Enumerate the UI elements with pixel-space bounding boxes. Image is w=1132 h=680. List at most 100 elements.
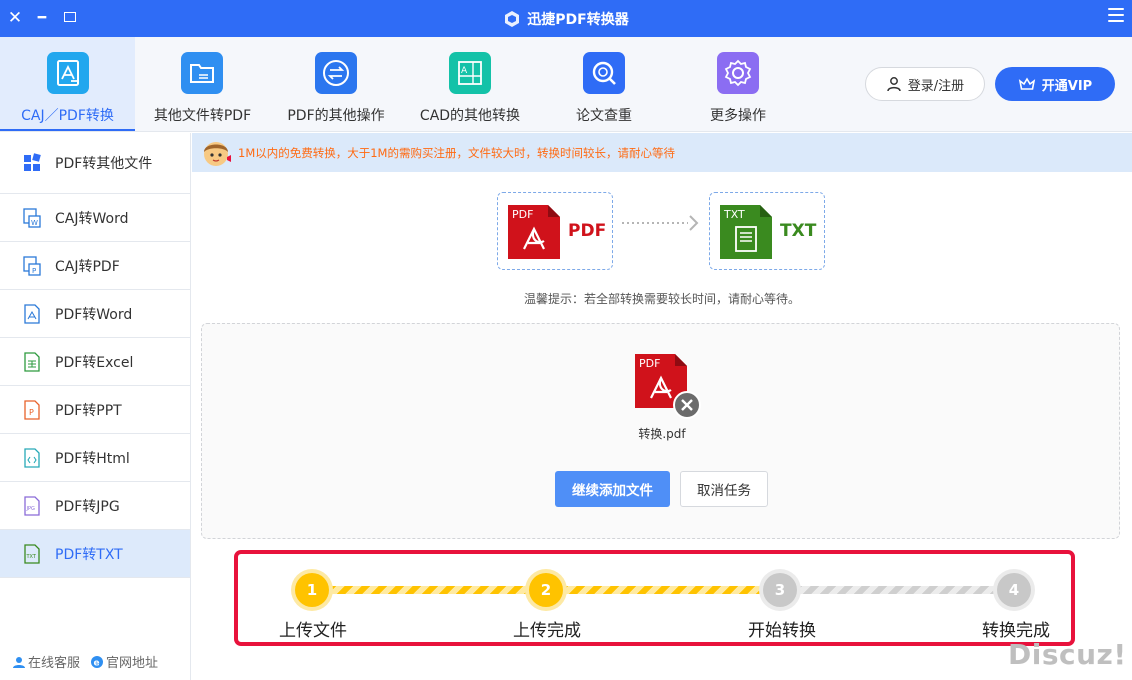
folder-icon [181,52,223,94]
file-name: 转换.pdf [638,427,686,441]
arrow-right-icon [622,215,699,231]
svg-text:A: A [461,66,468,76]
sidebar-item-caj-pdf[interactable]: P CAJ转PDF [0,242,190,290]
file-drop-area[interactable]: PDF 转换.pdf 继续添加文件 取消任务 [201,323,1120,539]
txt-file-icon: TXT [720,205,772,259]
step-1-label: 上传文件 [279,621,347,641]
magnifier-icon [583,52,625,94]
notice-bar: 1M以内的免费转换，大于1M的需购买注册，文件较大时，转换时间较长，请耐心等待 [192,133,1132,172]
sidebar-item-pdf-html[interactable]: PDF转Html [0,434,190,482]
step-2-badge: 2 [529,573,563,607]
pdf-word-icon [24,303,40,324]
sidebar-item-label: PDF转TXT [55,546,123,563]
tab-label: CAJ／PDF转换 [21,108,114,124]
sidebar-item-pdf-word[interactable]: PDF转Word [0,290,190,338]
sidebar-item-label: PDF转JPG [55,498,120,515]
login-button[interactable]: 登录/注册 [865,67,985,101]
conversion-tip: 温馨提示：若全部转换需要较长时间，请耐心等待。 [523,292,800,306]
caj-word-icon: W [23,207,41,228]
tab-caj-pdf[interactable]: CAJ／PDF转换 [0,37,135,131]
step-2-label: 上传完成 [513,621,581,641]
crown-icon [1018,77,1035,90]
gear-icon [717,52,759,94]
pdf-ppt-icon: P [24,399,40,420]
sidebar-item-label: PDF转Html [55,450,130,467]
add-more-files-button[interactable]: 继续添加文件 [555,471,670,507]
app-title: 迅捷PDF转换器 [527,11,629,28]
svg-text:P: P [29,408,34,417]
vip-button[interactable]: 开通VIP [995,67,1115,101]
sidebar-item-caj-word[interactable]: W CAJ转Word [0,194,190,242]
cad-icon: A [449,52,491,94]
step-3-badge: 3 [763,573,797,607]
svg-text:P: P [32,267,36,275]
tab-cad-other[interactable]: A CAD的其他转换 [402,37,538,131]
sidebar-item-label: PDF转Excel [55,354,134,371]
remove-file-icon[interactable] [673,391,701,419]
sidebar-item-pdf-to-other[interactable]: PDF转其他文件 [0,133,190,194]
login-label: 登录/注册 [907,78,965,94]
sidebar-item-pdf-excel[interactable]: PDF转Excel [0,338,190,386]
progress-segment-2 [564,586,764,594]
menu-icon[interactable] [1108,8,1124,24]
main-toolbar: CAJ／PDF转换 其他文件转PDF PDF的其他操作 A CAD的其他转换 论… [0,37,1132,132]
pdf-badge: PDF [512,208,533,221]
tab-other-to-pdf[interactable]: 其他文件转PDF [135,37,270,131]
tab-label: PDF的其他操作 [287,108,385,124]
svg-text:TXT: TXT [26,554,37,560]
source-format-card: PDF PDF [497,192,613,270]
pdf-excel-icon [24,351,40,372]
title-bar: ✕ ━ 迅捷PDF转换器 [0,0,1132,37]
progress-segment-1 [332,586,532,594]
tab-label: 更多操作 [710,108,766,124]
sidebar-item-label: PDF转其他文件 [55,156,153,172]
svg-text:e: e [94,658,100,668]
pdf-html-icon [24,447,40,468]
watermark: Discuz! [1008,638,1127,671]
tab-label: 论文查重 [576,108,632,124]
app-logo-icon [505,10,520,27]
headset-icon [13,656,25,668]
caj-pdf-icon: P [23,255,41,276]
mascot-icon [204,141,231,166]
sidebar-item-pdf-ppt[interactable]: P PDF转PPT [0,386,190,434]
notice-text: 1M以内的免费转换，大于1M的需购买注册，文件较大时，转换时间较长，请耐心等待 [238,145,675,160]
pdf-file-icon: PDF [508,205,560,259]
window-title: 迅捷PDF转换器 [0,0,1132,37]
tab-more-ops[interactable]: 更多操作 [670,37,806,131]
progress-segment-3 [798,586,998,594]
pdf-jpg-icon: JPG [24,495,40,516]
sidebar-footer: 在线客服 e 官网地址 [12,652,192,671]
target-format-label: TXT [780,221,817,241]
sidebar-item-pdf-txt[interactable]: TXT PDF转TXT [0,530,190,578]
cancel-task-button[interactable]: 取消任务 [680,471,768,507]
tab-label: 其他文件转PDF [153,108,252,124]
sidebar-item-label: CAJ转Word [55,210,129,227]
caj-pdf-icon [47,52,89,94]
browser-icon: e [91,655,104,668]
sidebar-item-label: CAJ转PDF [55,258,120,275]
svg-text:W: W [31,219,38,227]
swap-icon [315,52,357,94]
online-service-link[interactable]: 在线客服 [12,652,80,671]
source-format-label: PDF [568,221,607,241]
txt-badge: TXT [723,208,745,221]
online-service-label: 在线客服 [28,656,81,671]
tab-pdf-other-ops[interactable]: PDF的其他操作 [270,37,402,131]
tab-paper-check[interactable]: 论文查重 [538,37,670,131]
target-format-card: TXT TXT [709,192,825,270]
website-link[interactable]: e 官网地址 [90,652,158,671]
sidebar-item-label: PDF转PPT [55,402,122,419]
tab-label: CAD的其他转换 [419,108,521,124]
pdf-txt-icon: TXT [24,543,40,564]
sidebar-item-pdf-jpg[interactable]: JPG PDF转JPG [0,482,190,530]
vip-label: 开通VIP [1041,78,1093,94]
step-1-badge: 1 [295,573,329,607]
svg-text:JPG: JPG [26,506,35,512]
step-3-label: 开始转换 [748,621,816,641]
grid-icon [24,153,41,171]
user-icon [887,77,901,92]
step-4-badge: 4 [997,573,1031,607]
sidebar: PDF转其他文件 W CAJ转Word P CAJ转PDF PDF转Word P… [0,133,191,680]
sidebar-item-label: PDF转Word [55,306,133,323]
